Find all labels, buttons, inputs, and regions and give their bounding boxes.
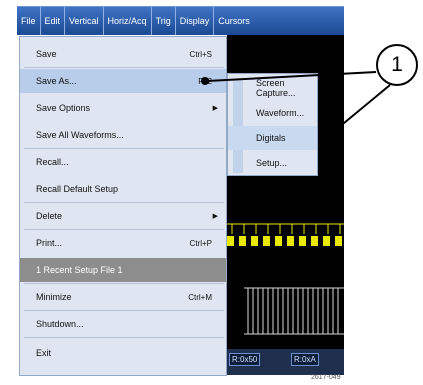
menu-separator xyxy=(24,67,224,68)
submenu-item-label: Setup... xyxy=(256,158,288,168)
menu-trig[interactable]: Trig xyxy=(152,7,176,35)
menu-display[interactable]: Display xyxy=(176,7,215,35)
menu-item-label: Save Options xyxy=(36,103,91,113)
menu-item-label: Minimize xyxy=(36,292,72,302)
submenu-item-label: Digitals xyxy=(256,133,286,143)
menu-item-exit[interactable]: Exit xyxy=(20,341,226,365)
menu-item-delete[interactable]: Delete ▶ xyxy=(20,204,226,228)
menu-separator xyxy=(24,310,224,311)
menu-item-save[interactable]: Save Ctrl+S xyxy=(20,42,226,66)
submenu-item-waveform[interactable]: Waveform... xyxy=(228,101,317,125)
shortcut-label: F12 xyxy=(198,76,212,86)
menu-item-recent-setup-file: 1 Recent Setup File 1 xyxy=(20,258,226,282)
submenu-item-setup[interactable]: Setup... xyxy=(228,151,317,175)
bus-readout-2: R:0xA xyxy=(291,353,319,366)
menu-item-label: 1 Recent Setup File 1 xyxy=(36,265,123,275)
menu-bar: File Edit Vertical Horiz/Acq Trig Displa… xyxy=(17,6,344,35)
submenu-item-screen-capture[interactable]: Screen Capture... xyxy=(228,76,317,100)
file-menu: Save Ctrl+S Save As... F12 Save Options … xyxy=(19,36,227,376)
menu-item-label: Save All Waveforms... xyxy=(36,130,124,140)
shortcut-label: Ctrl+P xyxy=(189,238,212,248)
menu-item-save-all-waveforms[interactable]: Save All Waveforms... xyxy=(20,123,226,147)
bus-readout-1: R:0x50 xyxy=(229,353,261,366)
shortcut-label: Ctrl+M xyxy=(188,292,212,302)
menu-cursors[interactable]: Cursors xyxy=(214,7,254,35)
menu-item-minimize[interactable]: Minimize Ctrl+M xyxy=(20,285,226,309)
callout-number-badge: 1 xyxy=(376,44,418,86)
menu-item-label: Recall Default Setup xyxy=(36,184,119,194)
submenu-arrow-icon: ▶ xyxy=(212,105,218,112)
menu-separator xyxy=(24,148,224,149)
menu-separator xyxy=(24,283,224,284)
menu-item-save-options[interactable]: Save Options ▶ xyxy=(20,96,226,120)
menu-item-recall[interactable]: Recall... xyxy=(20,150,226,174)
menu-separator xyxy=(24,337,224,338)
save-as-submenu: Screen Capture... Waveform... Digitals S… xyxy=(227,73,318,176)
menu-item-label: Print... xyxy=(36,238,63,248)
menu-file[interactable]: File xyxy=(17,7,41,35)
menu-vertical[interactable]: Vertical xyxy=(65,7,104,35)
menu-item-label: Save xyxy=(36,49,57,59)
menu-item-print[interactable]: Print... Ctrl+P xyxy=(20,231,226,255)
menu-item-save-as[interactable]: Save As... F12 xyxy=(20,69,226,93)
menu-item-label: Delete xyxy=(36,211,63,221)
menu-separator xyxy=(24,229,224,230)
menu-edit[interactable]: Edit xyxy=(41,7,66,35)
submenu-item-label: Screen Capture... xyxy=(256,78,296,98)
digital-channel-trace-yellow xyxy=(227,216,344,256)
menu-item-recall-default-setup[interactable]: Recall Default Setup xyxy=(20,177,226,201)
submenu-item-digitals[interactable]: Digitals xyxy=(228,126,317,150)
submenu-item-label: Waveform... xyxy=(256,108,305,118)
submenu-arrow-icon: ▶ xyxy=(212,213,218,220)
menu-item-label: Shutdown... xyxy=(36,319,84,329)
menu-separator xyxy=(24,202,224,203)
menu-item-label: Recall... xyxy=(36,157,69,167)
menu-item-label: Save As... xyxy=(36,76,77,86)
figure-id: 2617-049 xyxy=(311,374,341,381)
menu-horiz-acq[interactable]: Horiz/Acq xyxy=(104,7,152,35)
menu-item-label: Exit xyxy=(36,348,52,358)
bus-trace-white xyxy=(244,287,344,335)
shortcut-label: Ctrl+S xyxy=(189,49,212,59)
menu-item-shutdown[interactable]: Shutdown... xyxy=(20,312,226,336)
